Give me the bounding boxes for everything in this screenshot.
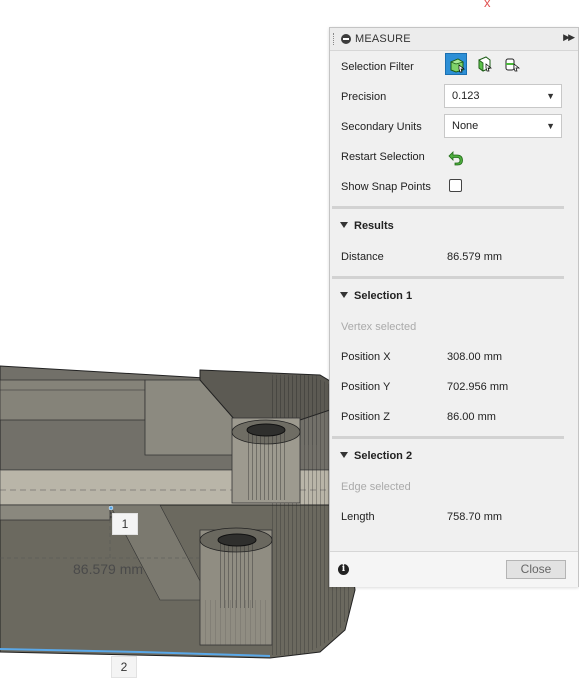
length-value: 758.70 mm xyxy=(447,511,503,523)
section-divider xyxy=(332,436,564,439)
restart-arrow-icon[interactable] xyxy=(447,148,465,169)
selection-2-section-header[interactable]: Selection 2 xyxy=(330,442,578,472)
precision-dropdown[interactable]: 0.123 ▼ xyxy=(444,84,562,108)
results-title: Results xyxy=(354,220,394,232)
close-button[interactable]: Close xyxy=(506,560,566,579)
distance-value: 86.579 mm xyxy=(447,251,503,263)
selection-2-status-row: Edge selected xyxy=(330,472,578,502)
face-filter-icon[interactable] xyxy=(473,53,495,75)
position-z-label: Position Z xyxy=(341,411,390,423)
dimension-label: 86.579 mm xyxy=(73,561,144,577)
secondary-units-dropdown[interactable]: None ▼ xyxy=(444,114,562,138)
triangle-down-icon xyxy=(340,222,348,228)
measure-panel: MEASURE ▶▶ Selection Filter Precision 0.… xyxy=(329,27,579,587)
position-x-row: Position X 308.00 mm xyxy=(330,342,578,372)
position-x-value: 308.00 mm xyxy=(447,351,503,363)
panel-footer: i Close xyxy=(330,551,578,587)
body-filter-icon[interactable] xyxy=(445,53,467,75)
cad-model[interactable] xyxy=(0,365,356,659)
point-marker-2: 2 xyxy=(111,656,137,678)
point-marker-1: 1 xyxy=(112,513,138,535)
section-divider xyxy=(332,276,564,279)
restart-selection-row: Restart Selection xyxy=(330,142,578,172)
drag-grip-icon[interactable] xyxy=(333,33,336,45)
selection-1-status-row: Vertex selected xyxy=(330,312,578,342)
selected-vertex[interactable] xyxy=(108,505,114,511)
info-icon[interactable]: i xyxy=(338,564,349,575)
precision-row: Precision 0.123 ▼ xyxy=(330,82,578,112)
position-y-row: Position Y 702.956 mm xyxy=(330,372,578,402)
corner-red-x-glyph: x xyxy=(484,0,491,10)
selection-filter-label: Selection Filter xyxy=(341,61,414,73)
position-y-value: 702.956 mm xyxy=(447,381,509,393)
position-z-value: 86.00 mm xyxy=(447,411,496,423)
selection-1-title: Selection 1 xyxy=(354,290,413,302)
position-y-label: Position Y xyxy=(341,381,391,393)
position-x-label: Position X xyxy=(341,351,391,363)
distance-row: Distance 86.579 mm xyxy=(330,242,578,272)
show-snap-points-checkbox[interactable] xyxy=(449,179,462,192)
selection-1-status: Vertex selected xyxy=(341,321,417,333)
selection-filter-row: Selection Filter xyxy=(330,52,578,82)
show-snap-points-row: Show Snap Points xyxy=(330,172,578,202)
panel-header[interactable]: MEASURE ▶▶ xyxy=(330,28,578,51)
position-z-row: Position Z 86.00 mm xyxy=(330,402,578,432)
restart-selection-label: Restart Selection xyxy=(341,151,425,163)
panel-title: MEASURE xyxy=(355,33,411,45)
edge-filter-icon[interactable] xyxy=(501,53,523,75)
triangle-down-icon xyxy=(340,452,348,458)
length-row: Length 758.70 mm xyxy=(330,502,578,532)
triangle-down-icon xyxy=(340,292,348,298)
precision-label: Precision xyxy=(341,91,387,103)
selection-1-section-header[interactable]: Selection 1 xyxy=(330,282,578,312)
expand-panel-icon[interactable]: ▶▶ xyxy=(563,32,575,43)
chevron-down-icon: ▼ xyxy=(546,121,555,131)
secondary-units-value: None xyxy=(452,120,479,132)
selection-2-status: Edge selected xyxy=(341,481,411,493)
section-divider xyxy=(332,206,564,209)
secondary-units-label: Secondary Units xyxy=(341,121,422,133)
distance-label: Distance xyxy=(341,251,384,263)
show-snap-points-label: Show Snap Points xyxy=(341,181,431,193)
precision-value: 0.123 xyxy=(452,90,480,102)
length-label: Length xyxy=(341,511,375,523)
chevron-down-icon: ▼ xyxy=(546,91,555,101)
results-section-header[interactable]: Results xyxy=(330,212,578,242)
collapse-icon[interactable] xyxy=(341,34,351,44)
secondary-units-row: Secondary Units None ▼ xyxy=(330,112,578,142)
selection-2-title: Selection 2 xyxy=(354,450,413,462)
